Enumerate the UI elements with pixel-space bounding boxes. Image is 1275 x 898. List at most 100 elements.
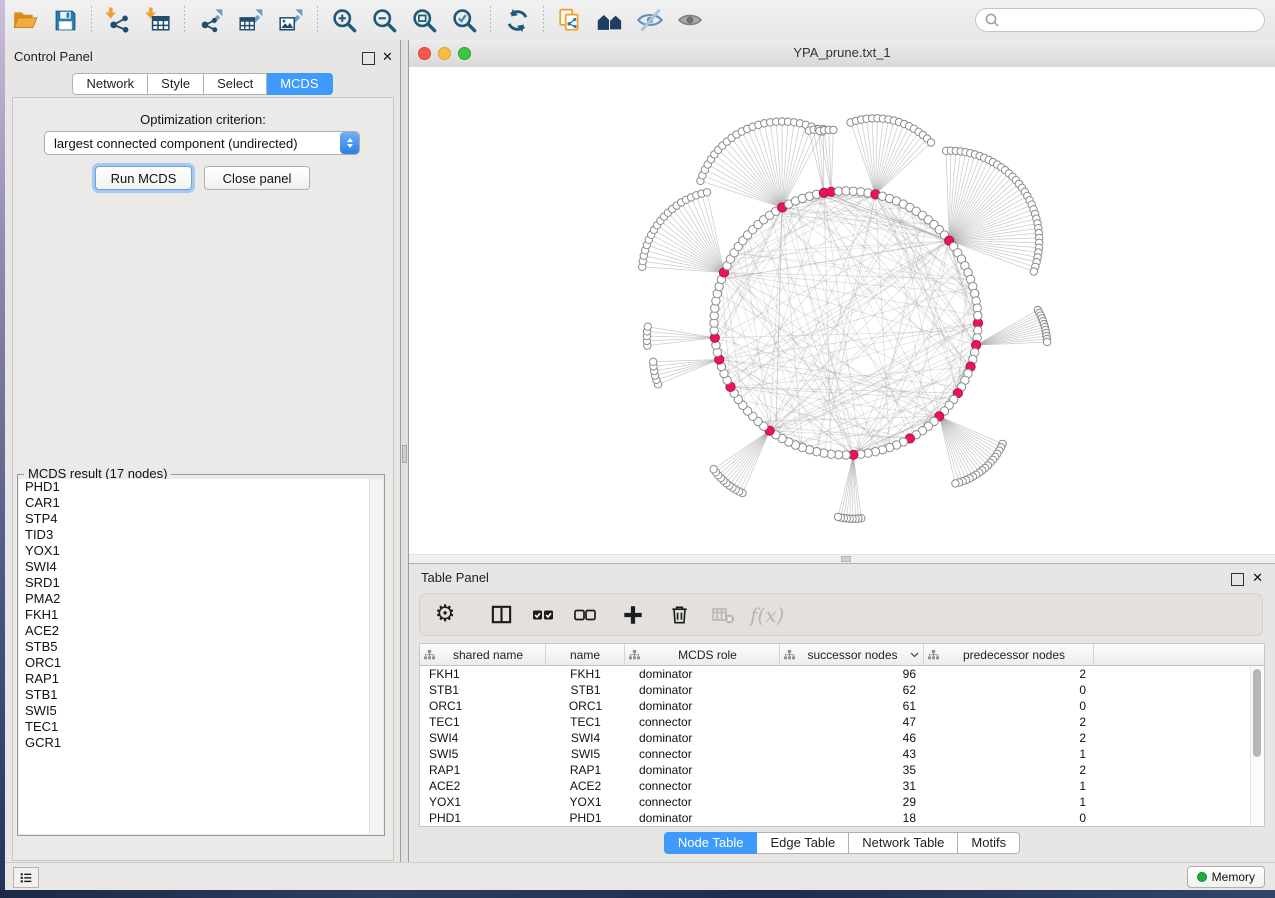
memory-button[interactable]: Memory bbox=[1187, 866, 1265, 888]
splitter-handle[interactable] bbox=[402, 445, 407, 463]
float-panel-icon[interactable] bbox=[1231, 573, 1244, 586]
list-item[interactable]: RAP1 bbox=[19, 671, 383, 687]
show-all-button[interactable] bbox=[672, 4, 708, 36]
network-leaf-node[interactable] bbox=[952, 480, 959, 487]
horizontal-splitter-handle[interactable] bbox=[841, 556, 851, 562]
list-item[interactable]: PMA2 bbox=[19, 591, 383, 607]
table-row[interactable]: RAP1RAP1dominator352 bbox=[420, 762, 1264, 778]
column-header-predecessor-nodes[interactable]: predecessor nodes bbox=[924, 644, 1094, 665]
open-session-button[interactable] bbox=[7, 4, 43, 36]
network-canvas[interactable] bbox=[409, 67, 1275, 555]
list-item[interactable]: GCR1 bbox=[19, 735, 383, 751]
table-row[interactable]: STB1STB1dominator620 bbox=[420, 682, 1264, 698]
mcds-scrollbar[interactable] bbox=[369, 479, 383, 834]
network-leaf-node[interactable] bbox=[644, 323, 651, 330]
network-edge bbox=[658, 360, 719, 385]
network-leaf-node[interactable] bbox=[710, 466, 717, 473]
function-builder-button[interactable]: f(x) bbox=[750, 598, 784, 632]
column-header-mcds-role[interactable]: MCDS role bbox=[625, 644, 780, 665]
tab-network-table[interactable]: Network Table bbox=[849, 832, 958, 854]
table-scrollbar-thumb[interactable] bbox=[1253, 669, 1261, 757]
table-row[interactable]: ORC1ORC1dominator610 bbox=[420, 698, 1264, 714]
show-columns-button[interactable] bbox=[484, 598, 518, 632]
network-leaf-node[interactable] bbox=[1043, 338, 1050, 345]
list-item[interactable]: SWI4 bbox=[19, 559, 383, 575]
table-row[interactable]: TEC1TEC1connector472 bbox=[420, 714, 1264, 730]
import-table-button[interactable] bbox=[140, 4, 176, 36]
network-leaf-node[interactable] bbox=[830, 126, 837, 133]
tab-network[interactable]: Network bbox=[72, 73, 148, 95]
tab-select[interactable]: Select bbox=[204, 73, 267, 95]
tab-motifs[interactable]: Motifs bbox=[958, 832, 1020, 854]
zoom-out-button[interactable] bbox=[366, 4, 402, 36]
export-image-button[interactable] bbox=[273, 4, 309, 36]
network-leaf-node[interactable] bbox=[650, 358, 657, 365]
node-table[interactable]: shared name name MCDS role successor nod… bbox=[419, 643, 1265, 827]
list-item[interactable]: STB5 bbox=[19, 639, 383, 655]
list-item[interactable]: TEC1 bbox=[19, 719, 383, 735]
column-header-successor-nodes[interactable]: successor nodes bbox=[780, 644, 924, 665]
tab-style[interactable]: Style bbox=[148, 73, 204, 95]
list-item[interactable]: SRD1 bbox=[19, 575, 383, 591]
export-table-button[interactable] bbox=[233, 4, 269, 36]
first-neighbors-button[interactable] bbox=[592, 4, 628, 36]
table-scrollbar[interactable] bbox=[1250, 666, 1264, 826]
deselect-all-button[interactable] bbox=[568, 598, 602, 632]
float-panel-icon[interactable] bbox=[362, 52, 375, 65]
list-item[interactable]: TID3 bbox=[19, 527, 383, 543]
network-leaf-node[interactable] bbox=[927, 139, 934, 146]
search-input[interactable] bbox=[1005, 12, 1264, 29]
clone-network-button[interactable] bbox=[552, 4, 588, 36]
delete-column-button[interactable] bbox=[662, 598, 696, 632]
table-row[interactable]: PHD1PHD1dominator180 bbox=[420, 810, 1264, 826]
list-item[interactable]: ACE2 bbox=[19, 623, 383, 639]
table-row[interactable]: FKH1FKH1dominator962 bbox=[420, 666, 1264, 682]
log-console-button[interactable] bbox=[13, 867, 39, 888]
list-item[interactable]: ORC1 bbox=[19, 655, 383, 671]
column-header-name[interactable]: name bbox=[546, 644, 625, 665]
list-item[interactable]: PHD1 bbox=[19, 479, 383, 495]
add-column-button[interactable] bbox=[616, 598, 650, 632]
select-all-button[interactable] bbox=[526, 598, 560, 632]
list-item[interactable]: YOX1 bbox=[19, 543, 383, 559]
list-item[interactable]: CAR1 bbox=[19, 495, 383, 511]
close-panel-button[interactable]: Close panel bbox=[204, 166, 310, 190]
import-network-button[interactable] bbox=[100, 4, 136, 36]
network-edge bbox=[851, 123, 876, 195]
tab-node-table[interactable]: Node Table bbox=[664, 832, 758, 854]
save-session-button[interactable] bbox=[47, 4, 83, 36]
network-leaf-node[interactable] bbox=[834, 513, 841, 520]
network-window-titlebar[interactable]: YPA_prune.txt_1 bbox=[409, 40, 1275, 68]
zoom-fit-button[interactable] bbox=[406, 4, 442, 36]
zoom-in-button[interactable] bbox=[326, 4, 362, 36]
vertical-splitter[interactable] bbox=[400, 40, 409, 862]
table-row[interactable]: SWI5SWI5connector431 bbox=[420, 746, 1264, 762]
column-header-shared-name[interactable]: shared name bbox=[420, 644, 546, 665]
table-mode-gear-button[interactable]: ⚙ bbox=[428, 598, 462, 632]
network-node[interactable] bbox=[974, 311, 982, 319]
network-edge bbox=[770, 215, 934, 224]
criterion-select[interactable]: largest connected component (undirected) bbox=[44, 131, 360, 155]
delete-table-button[interactable] bbox=[706, 598, 740, 632]
mcds-result-list[interactable]: PHD1 CAR1 STP4 TID3 YOX1 SWI4 SRD1 PMA2 … bbox=[19, 479, 383, 834]
list-item[interactable]: STP4 bbox=[19, 511, 383, 527]
network-leaf-node[interactable] bbox=[1030, 268, 1037, 275]
close-panel-icon[interactable]: ✕ bbox=[1252, 572, 1263, 584]
table-row[interactable]: YOX1YOX1connector291 bbox=[420, 794, 1264, 810]
table-row[interactable]: SWI4SWI4dominator462 bbox=[420, 730, 1264, 746]
horizontal-splitter[interactable] bbox=[409, 554, 1275, 563]
list-item[interactable]: FKH1 bbox=[19, 607, 383, 623]
tab-mcds[interactable]: MCDS bbox=[267, 73, 332, 95]
list-item[interactable]: STB1 bbox=[19, 687, 383, 703]
table-row[interactable]: ACE2ACE2connector311 bbox=[420, 778, 1264, 794]
search-field[interactable] bbox=[975, 8, 1265, 32]
tab-edge-table[interactable]: Edge Table bbox=[757, 832, 849, 854]
apply-layout-button[interactable] bbox=[499, 4, 535, 36]
export-network-button[interactable] bbox=[193, 4, 229, 36]
run-mcds-button[interactable]: Run MCDS bbox=[95, 166, 192, 190]
list-item[interactable]: SWI5 bbox=[19, 703, 383, 719]
zoom-selected-button[interactable] bbox=[446, 4, 482, 36]
network-leaf-node[interactable] bbox=[703, 189, 710, 196]
close-panel-icon[interactable]: ✕ bbox=[382, 51, 393, 63]
hide-selected-button[interactable] bbox=[632, 4, 668, 36]
